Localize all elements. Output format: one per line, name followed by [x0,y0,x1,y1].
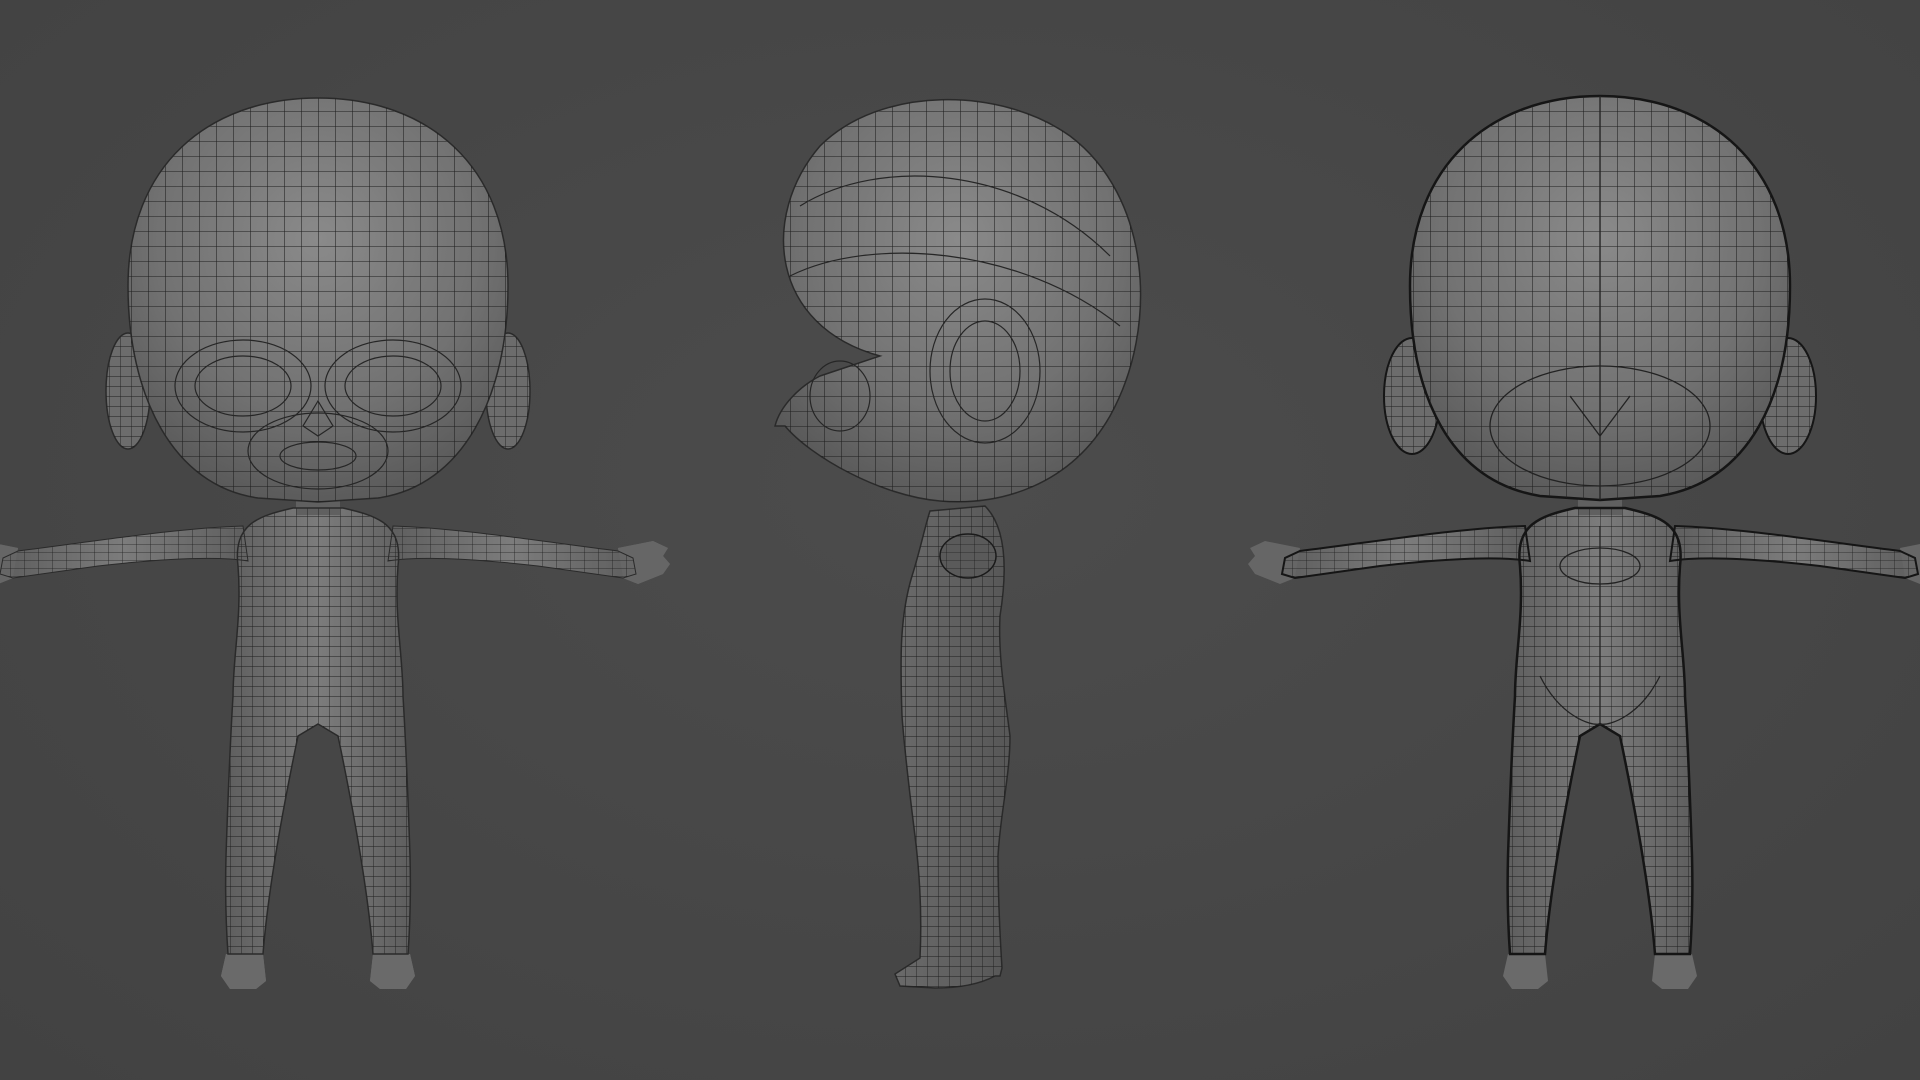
3d-viewport[interactable] [0,0,1920,1080]
side-view-model[interactable] [774,99,1142,989]
back-view-model[interactable] [1248,94,1920,989]
viewport-canvas [0,94,1920,989]
front-view-model[interactable] [0,97,670,989]
